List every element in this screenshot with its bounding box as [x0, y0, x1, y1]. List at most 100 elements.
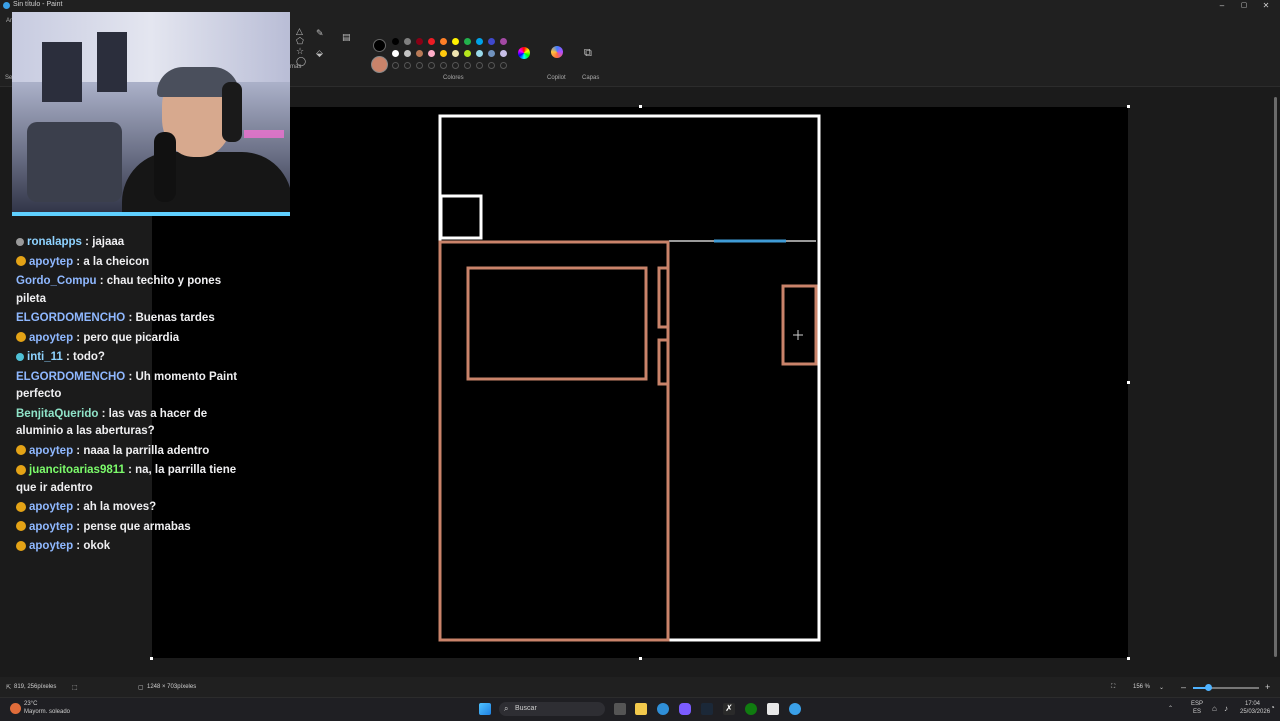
palette-empty-slot[interactable]	[452, 62, 459, 69]
drawing-canvas[interactable]	[152, 107, 1128, 658]
palette-swatch[interactable]	[500, 50, 507, 57]
file-explorer-icon[interactable]	[635, 703, 647, 715]
layers-icon[interactable]: ⧉	[584, 47, 592, 60]
chat-username[interactable]: juancitoarias9811	[29, 464, 125, 476]
chat-message: Gordo_Compu : chau techito y pones pilet…	[16, 273, 246, 308]
chat-text: : ah la moves?	[73, 501, 157, 513]
palette-swatch[interactable]	[452, 50, 459, 57]
zoom-knob[interactable]	[1205, 684, 1213, 691]
vertical-scrollbar[interactable]	[1272, 87, 1280, 677]
chat-username[interactable]: ELGORDOMENCHO	[16, 371, 125, 383]
chat-username[interactable]: apoytep	[29, 540, 73, 552]
paint-taskbar-icon[interactable]	[789, 703, 801, 715]
chat-username[interactable]: apoytep	[29, 445, 73, 457]
palette-swatch[interactable]	[488, 38, 495, 45]
language-1[interactable]: ESP	[1191, 701, 1203, 707]
discord-icon[interactable]	[679, 703, 691, 715]
resize-handle-bottom[interactable]	[639, 657, 642, 660]
clock-time[interactable]: 17:04	[1245, 701, 1260, 707]
app-icon[interactable]: ✗	[723, 703, 735, 715]
notification-icon[interactable]: ◔	[1270, 703, 1275, 712]
chat-username[interactable]: inti_11	[27, 351, 63, 363]
palette-empty-slot[interactable]	[440, 62, 447, 69]
palette-empty-slot[interactable]	[404, 62, 411, 69]
webcam-overlay	[12, 12, 290, 216]
edge-icon[interactable]	[657, 703, 669, 715]
copilot-icon[interactable]	[551, 46, 563, 58]
zoom-dropdown-icon[interactable]: ⌄	[1159, 684, 1164, 691]
weather-temp[interactable]: 23°C	[24, 701, 37, 707]
small-white-box	[439, 194, 483, 240]
chat-username[interactable]: BenjitaQuerido	[16, 408, 98, 420]
palette-swatch[interactable]	[416, 38, 423, 45]
palette-swatch[interactable]	[404, 38, 411, 45]
chat-username[interactable]: ronalapps	[27, 236, 82, 248]
resize-handle-top[interactable]	[639, 105, 642, 108]
palette-swatch[interactable]	[488, 50, 495, 57]
palette-empty-slot[interactable]	[476, 62, 483, 69]
resize-handle-bottom-left[interactable]	[150, 657, 153, 660]
palette-swatch[interactable]	[464, 50, 471, 57]
copilot-label: Copilot	[547, 75, 566, 81]
steam-icon[interactable]	[701, 703, 713, 715]
notepad-icon[interactable]	[767, 703, 779, 715]
palette-empty-slot[interactable]	[500, 62, 507, 69]
palette-swatch[interactable]	[500, 38, 507, 45]
zoom-in-button[interactable]: +	[1265, 682, 1270, 692]
resize-handle-right[interactable]	[1127, 381, 1130, 384]
secondary-color-swatch[interactable]	[371, 56, 388, 73]
palette-swatch[interactable]	[440, 50, 447, 57]
resize-handle-bottom-right[interactable]	[1127, 657, 1130, 660]
resize-handle-top-right[interactable]	[1127, 105, 1130, 108]
edit-colors-icon[interactable]	[518, 47, 530, 59]
size-icon[interactable]: ▤	[342, 32, 351, 43]
fit-window-icon[interactable]: ⛶	[1111, 684, 1115, 691]
zoom-slider[interactable]	[1193, 684, 1259, 691]
chat-username[interactable]: Gordo_Compu	[16, 275, 97, 287]
palette-empty-slot[interactable]	[488, 62, 495, 69]
palette-swatch[interactable]	[476, 50, 483, 57]
palette-swatch[interactable]	[404, 50, 411, 57]
clock-date[interactable]: 25/03/2026	[1240, 709, 1270, 715]
palette-swatch[interactable]	[428, 38, 435, 45]
palette-swatch[interactable]	[464, 38, 471, 45]
language-2[interactable]: ES	[1193, 709, 1201, 715]
outline-icon[interactable]: ✎	[316, 28, 324, 39]
taskbar-search[interactable]: ⌕ Buscar	[499, 702, 605, 716]
palette-empty-slot[interactable]	[464, 62, 471, 69]
weather-icon[interactable]	[10, 703, 21, 714]
fill-icon[interactable]: ⬙	[316, 48, 323, 59]
webcam-panel	[97, 32, 127, 92]
palette-swatch[interactable]	[440, 38, 447, 45]
title-bar: Sin título - Paint – ▢ ✕	[0, 0, 1280, 12]
palette-swatch[interactable]	[452, 38, 459, 45]
palette-empty-slot[interactable]	[428, 62, 435, 69]
chat-username[interactable]: ELGORDOMENCHO	[16, 312, 125, 324]
zoom-out-button[interactable]: –	[1181, 682, 1186, 692]
palette-swatch[interactable]	[428, 50, 435, 57]
volume-icon[interactable]: ♪	[1224, 704, 1228, 713]
start-icon[interactable]	[479, 703, 491, 715]
palette-empty-slot[interactable]	[416, 62, 423, 69]
palette-empty-slot[interactable]	[392, 62, 399, 69]
palette-swatch[interactable]	[416, 50, 423, 57]
palette-swatch[interactable]	[392, 38, 399, 45]
xbox-icon[interactable]	[745, 703, 757, 715]
network-icon[interactable]: ⌂	[1212, 704, 1217, 713]
tray-chevron-icon[interactable]: ⌃	[1168, 705, 1173, 712]
chat-username[interactable]: apoytep	[29, 332, 73, 344]
palette-swatch[interactable]	[476, 38, 483, 45]
chat-username[interactable]: apoytep	[29, 521, 73, 533]
primary-color-swatch[interactable]	[373, 39, 386, 52]
zoom-level[interactable]: 156 %	[1133, 684, 1150, 690]
maximize-button[interactable]: ▢	[1233, 0, 1255, 12]
minimize-button[interactable]: –	[1211, 0, 1233, 12]
chat-username[interactable]: apoytep	[29, 501, 73, 513]
task-view-icon[interactable]	[614, 703, 626, 715]
search-icon: ⌕	[504, 704, 509, 713]
weather-desc[interactable]: Mayorm. soleado	[24, 709, 70, 715]
palette-swatch[interactable]	[392, 50, 399, 57]
chat-username[interactable]: apoytep	[29, 256, 73, 268]
scroll-thumb[interactable]	[1274, 97, 1277, 657]
close-button[interactable]: ✕	[1255, 0, 1277, 12]
